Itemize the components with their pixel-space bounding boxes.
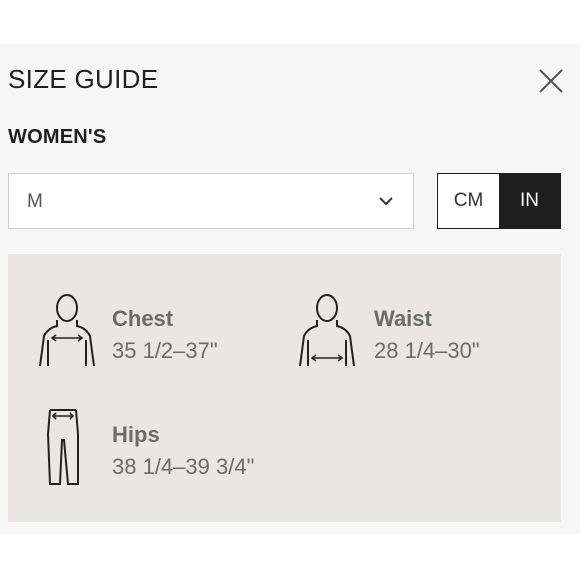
- chest-figure-icon: [39, 294, 95, 367]
- size-dropdown[interactable]: M: [8, 173, 414, 229]
- close-button[interactable]: [536, 66, 566, 96]
- category-heading: WOMEN'S: [8, 126, 107, 148]
- unit-toggle: CM IN: [437, 173, 561, 229]
- hips-value: 38 1/4–39 3/4": [112, 454, 255, 479]
- unit-cm-button[interactable]: CM: [438, 174, 499, 228]
- measurement-chest: Chest 35 1/2–37": [38, 292, 278, 372]
- chest-value: 35 1/2–37": [112, 338, 218, 363]
- waist-value: 28 1/4–30": [374, 338, 480, 363]
- close-icon: [539, 69, 563, 93]
- measurement-waist: Waist 28 1/4–30": [298, 292, 538, 372]
- chevron-down-icon: [379, 197, 393, 206]
- chest-label: Chest: [112, 306, 174, 331]
- measurement-hips: Hips 38 1/4–39 3/4": [42, 404, 302, 488]
- page-title: SIZE GUIDE: [8, 64, 159, 94]
- hips-label: Hips: [112, 422, 160, 447]
- measurements-panel: Chest 35 1/2–37" Waist 28 1/4–30" Hips 3…: [8, 254, 561, 522]
- size-dropdown-value: M: [27, 191, 43, 212]
- unit-in-button[interactable]: IN: [499, 174, 560, 228]
- waist-figure-icon: [299, 294, 355, 367]
- waist-label: Waist: [374, 306, 432, 331]
- hips-figure-icon: [46, 409, 79, 485]
